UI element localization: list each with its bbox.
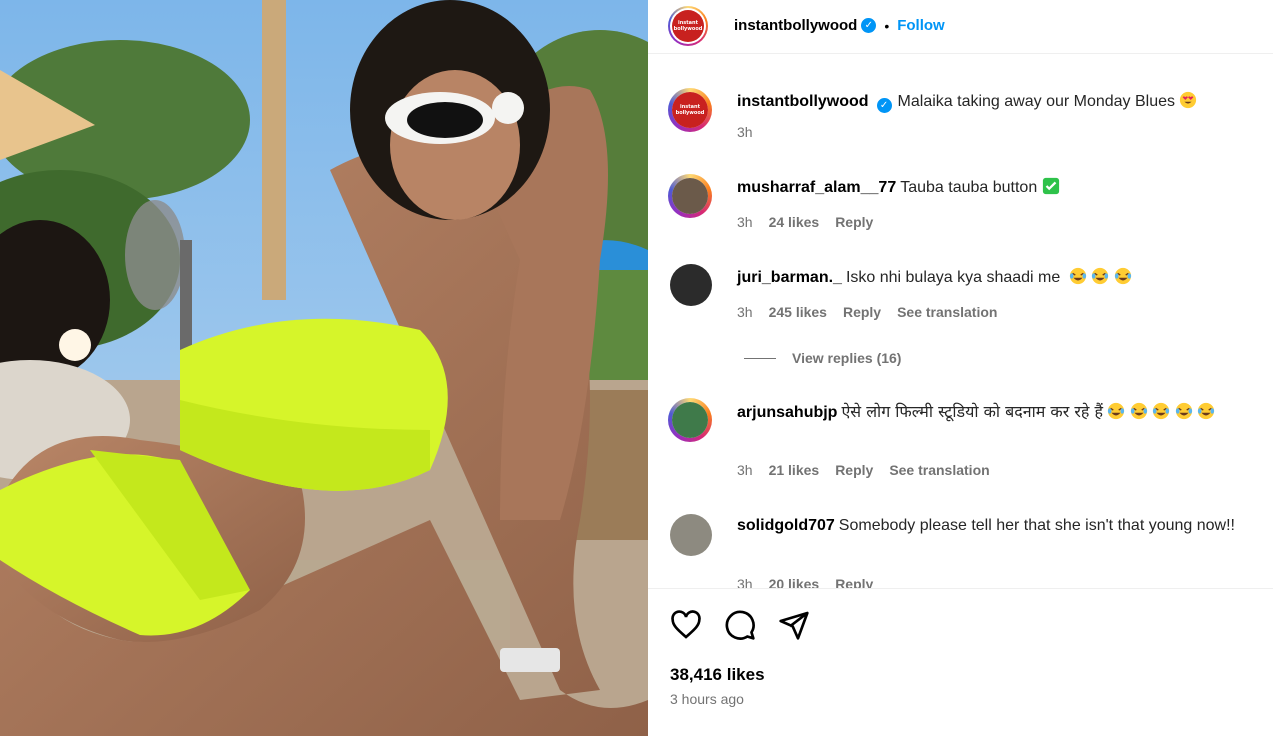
verified-badge-icon: ✓ <box>876 98 892 113</box>
logo-text-2: bollywood <box>673 26 703 32</box>
comment-time[interactable]: 3h <box>737 576 753 588</box>
post-photo[interactable] <box>0 0 648 736</box>
laughing-emoji-icon <box>1175 402 1192 420</box>
laughing-emoji-group <box>1069 267 1132 286</box>
caption-text-row: instantbollywood ✓ Malaika taking away our… <box>737 90 1259 114</box>
commenter-avatar[interactable] <box>668 398 712 442</box>
reply-button[interactable]: Reply <box>835 462 873 478</box>
laughing-emoji-icon <box>1114 267 1131 285</box>
header-row: instantbollywood ✓ • Follow <box>734 17 945 34</box>
check-mark-emoji-icon <box>1042 177 1059 195</box>
commenter-photo <box>672 402 708 438</box>
see-translation-button[interactable]: See translation <box>889 462 989 478</box>
comment-text: Tauba tauba button <box>900 179 1038 196</box>
comment-bubble-icon[interactable] <box>724 609 756 641</box>
comment-text-row: musharraf_alam__77 Tauba tauba button <box>737 176 1259 200</box>
comment-time[interactable]: 3h <box>737 304 753 320</box>
commenter-avatar[interactable] <box>670 514 712 556</box>
comment-meta: 3h 20 likes Reply <box>737 576 873 588</box>
post-image <box>0 0 648 736</box>
laughing-emoji-icon <box>1092 267 1109 285</box>
laughing-emoji-icon <box>1198 402 1215 420</box>
commenter-avatar[interactable] <box>668 174 712 218</box>
post-detail-panel: instant bollywood instantbollywood ✓ • Fo… <box>648 0 1273 736</box>
caption-meta: 3h <box>737 124 753 140</box>
comment-text: ऐसे लोग फिल्मी स्टूडियो को बदनाम कर रहे … <box>841 402 1103 421</box>
view-replies-label: View replies (16) <box>792 350 902 366</box>
caption-time[interactable]: 3h <box>737 124 753 140</box>
comment-text-row: solidgold707 Somebody please tell her tha… <box>737 514 1237 538</box>
comment-likes[interactable]: 21 likes <box>769 462 820 478</box>
reply-button[interactable]: Reply <box>835 214 873 230</box>
caption-username[interactable]: instantbollywood <box>737 93 869 110</box>
instantbollywood-logo: instant bollywood <box>672 92 708 128</box>
caption-avatar[interactable]: instant bollywood <box>668 88 712 132</box>
comment-text: Isko nhi bulaya kya shaadi me <box>845 269 1061 286</box>
post-actions: 38,416 likes 3 hours ago <box>648 588 1273 737</box>
author-username[interactable]: instantbollywood <box>734 17 857 34</box>
comment-username[interactable]: juri_barman._ <box>737 269 842 286</box>
post-likes-count[interactable]: 38,416 likes <box>670 665 765 685</box>
comment-time[interactable]: 3h <box>737 462 753 478</box>
verified-badge-icon: ✓ <box>861 18 877 33</box>
comments-list[interactable]: instant bollywood instantbollywood ✓ Malaik… <box>648 54 1273 588</box>
comment-meta: 3h 24 likes Reply <box>737 214 873 230</box>
comment-time[interactable]: 3h <box>737 214 753 230</box>
comment-username[interactable]: musharraf_alam__77 <box>737 179 896 196</box>
reply-button[interactable]: Reply <box>843 304 881 320</box>
view-replies-button[interactable]: View replies (16) <box>744 350 901 366</box>
logo-text-2: bollywood <box>675 110 705 116</box>
commenter-photo <box>672 178 708 214</box>
laughing-emoji-icon <box>1069 267 1086 285</box>
separator-dot: • <box>884 17 890 34</box>
like-heart-icon[interactable] <box>670 609 702 641</box>
comment-likes[interactable]: 24 likes <box>769 214 820 230</box>
laughing-emoji-icon <box>1108 402 1125 420</box>
heart-eyes-emoji-icon <box>1180 91 1197 109</box>
comment-likes[interactable]: 245 likes <box>769 304 827 320</box>
reply-button[interactable]: Reply <box>835 576 873 588</box>
laughing-emoji-icon <box>1130 402 1147 420</box>
commenter-avatar[interactable] <box>670 264 712 306</box>
comment-likes[interactable]: 20 likes <box>769 576 820 588</box>
replies-line <box>744 357 776 359</box>
post-header: instant bollywood instantbollywood ✓ • Fo… <box>648 0 1273 54</box>
caption-text: Malaika taking away our Monday Blues <box>897 93 1176 110</box>
comment-text: Somebody please tell her that she isn't … <box>838 517 1235 534</box>
share-send-icon[interactable] <box>778 609 810 641</box>
follow-button[interactable]: Follow <box>897 17 945 34</box>
comment-text-row: juri_barman._ Isko nhi bulaya kya shaadi … <box>737 266 1259 290</box>
instantbollywood-logo: instant bollywood <box>672 10 704 42</box>
post-time[interactable]: 3 hours ago <box>670 691 744 707</box>
comment-meta: 3h 245 likes Reply See translation <box>737 304 997 320</box>
see-translation-button[interactable]: See translation <box>897 304 997 320</box>
comment-username[interactable]: arjunsahubjp <box>737 404 837 421</box>
comment-text-row: arjunsahubjp ऐसे लोग फिल्मी स्टूडियो को ब… <box>737 400 1259 425</box>
laughing-emoji-icon <box>1153 402 1170 420</box>
comment-meta: 3h 21 likes Reply See translation <box>737 462 990 478</box>
author-avatar[interactable]: instant bollywood <box>668 6 708 46</box>
comment-username[interactable]: solidgold707 <box>737 517 835 534</box>
